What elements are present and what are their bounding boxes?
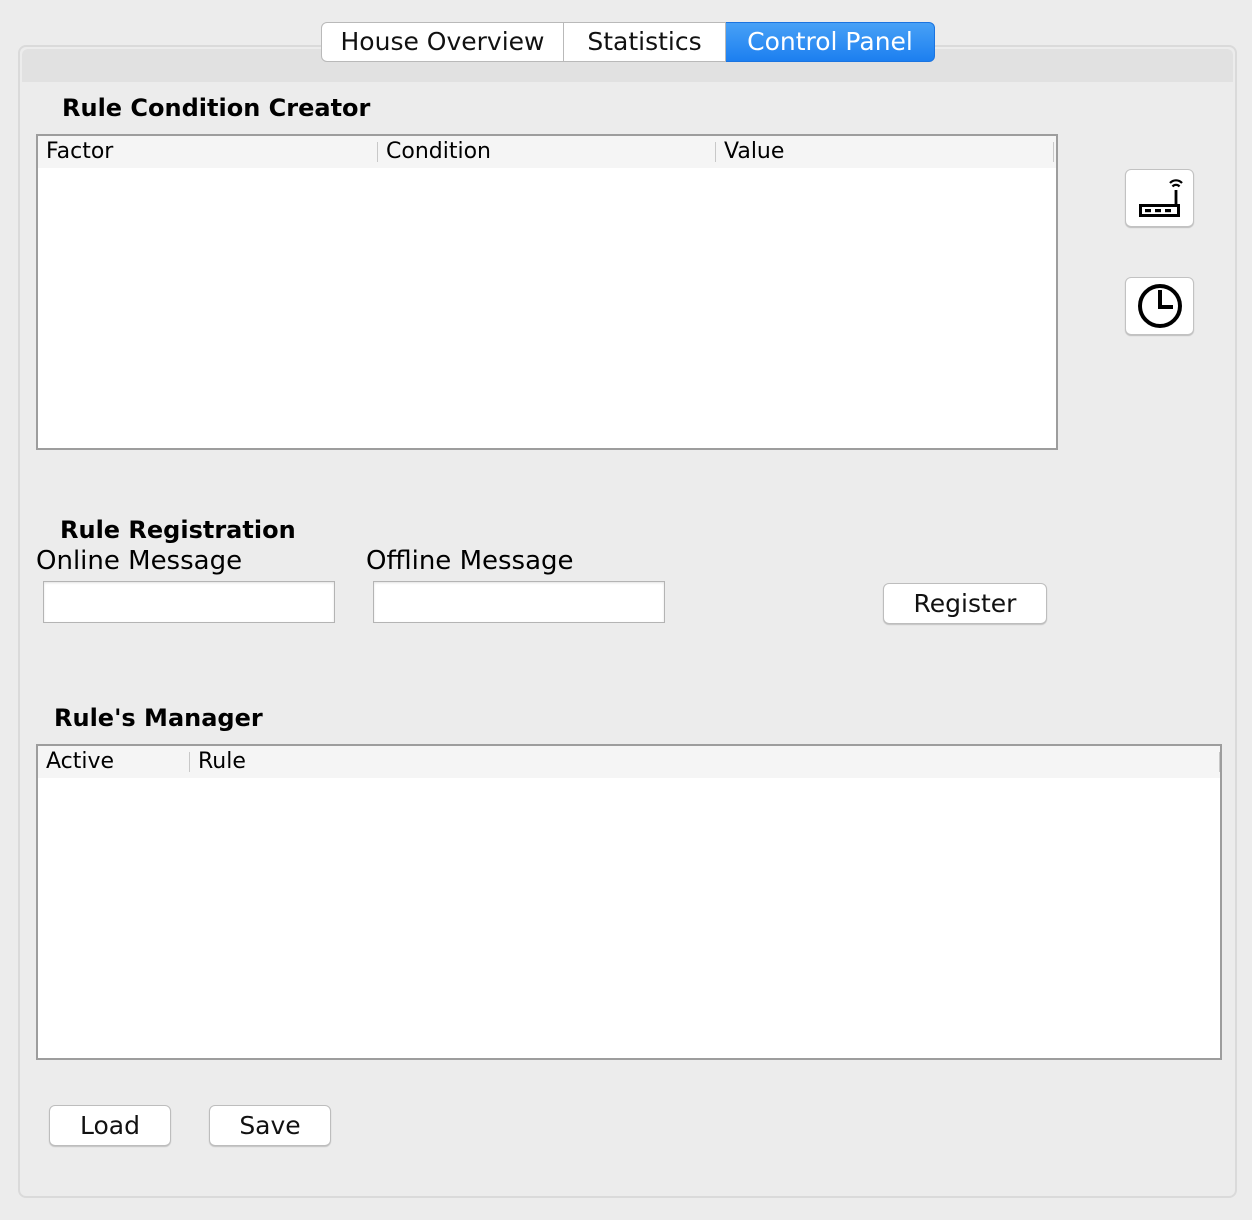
tab-statistics[interactable]: Statistics <box>564 22 726 62</box>
column-header-active[interactable]: Active <box>38 746 190 778</box>
rule-condition-table-header: Factor Condition Value <box>38 136 1056 168</box>
router-icon <box>1138 179 1183 217</box>
save-button[interactable]: Save <box>209 1105 331 1146</box>
rules-manager-title: Rule's Manager <box>54 704 263 732</box>
register-button[interactable]: Register <box>883 583 1047 624</box>
offline-message-label: Offline Message <box>366 546 574 576</box>
online-message-label: Online Message <box>36 546 243 576</box>
rule-registration-title: Rule Registration <box>60 516 296 544</box>
rules-manager-table-header: Active Rule <box>38 746 1220 778</box>
column-header-factor[interactable]: Factor <box>38 136 378 168</box>
tab-control-panel[interactable]: Control Panel <box>726 22 935 62</box>
rule-condition-table[interactable]: Factor Condition Value <box>36 134 1058 450</box>
column-header-condition[interactable]: Condition <box>378 136 716 168</box>
add-time-condition-button[interactable] <box>1125 277 1194 335</box>
rule-condition-creator-title: Rule Condition Creator <box>62 94 371 122</box>
load-button[interactable]: Load <box>49 1105 171 1146</box>
tab-strip: House Overview Statistics Control Panel <box>321 22 935 62</box>
tab-house-overview[interactable]: House Overview <box>321 22 564 62</box>
online-message-input[interactable] <box>43 581 335 623</box>
rules-manager-table[interactable]: Active Rule <box>36 744 1222 1060</box>
clock-icon <box>1137 284 1182 328</box>
column-header-rule[interactable]: Rule <box>190 746 1220 778</box>
column-header-value[interactable]: Value <box>716 136 1054 168</box>
add-device-condition-button[interactable] <box>1125 169 1194 227</box>
offline-message-input[interactable] <box>373 581 665 623</box>
